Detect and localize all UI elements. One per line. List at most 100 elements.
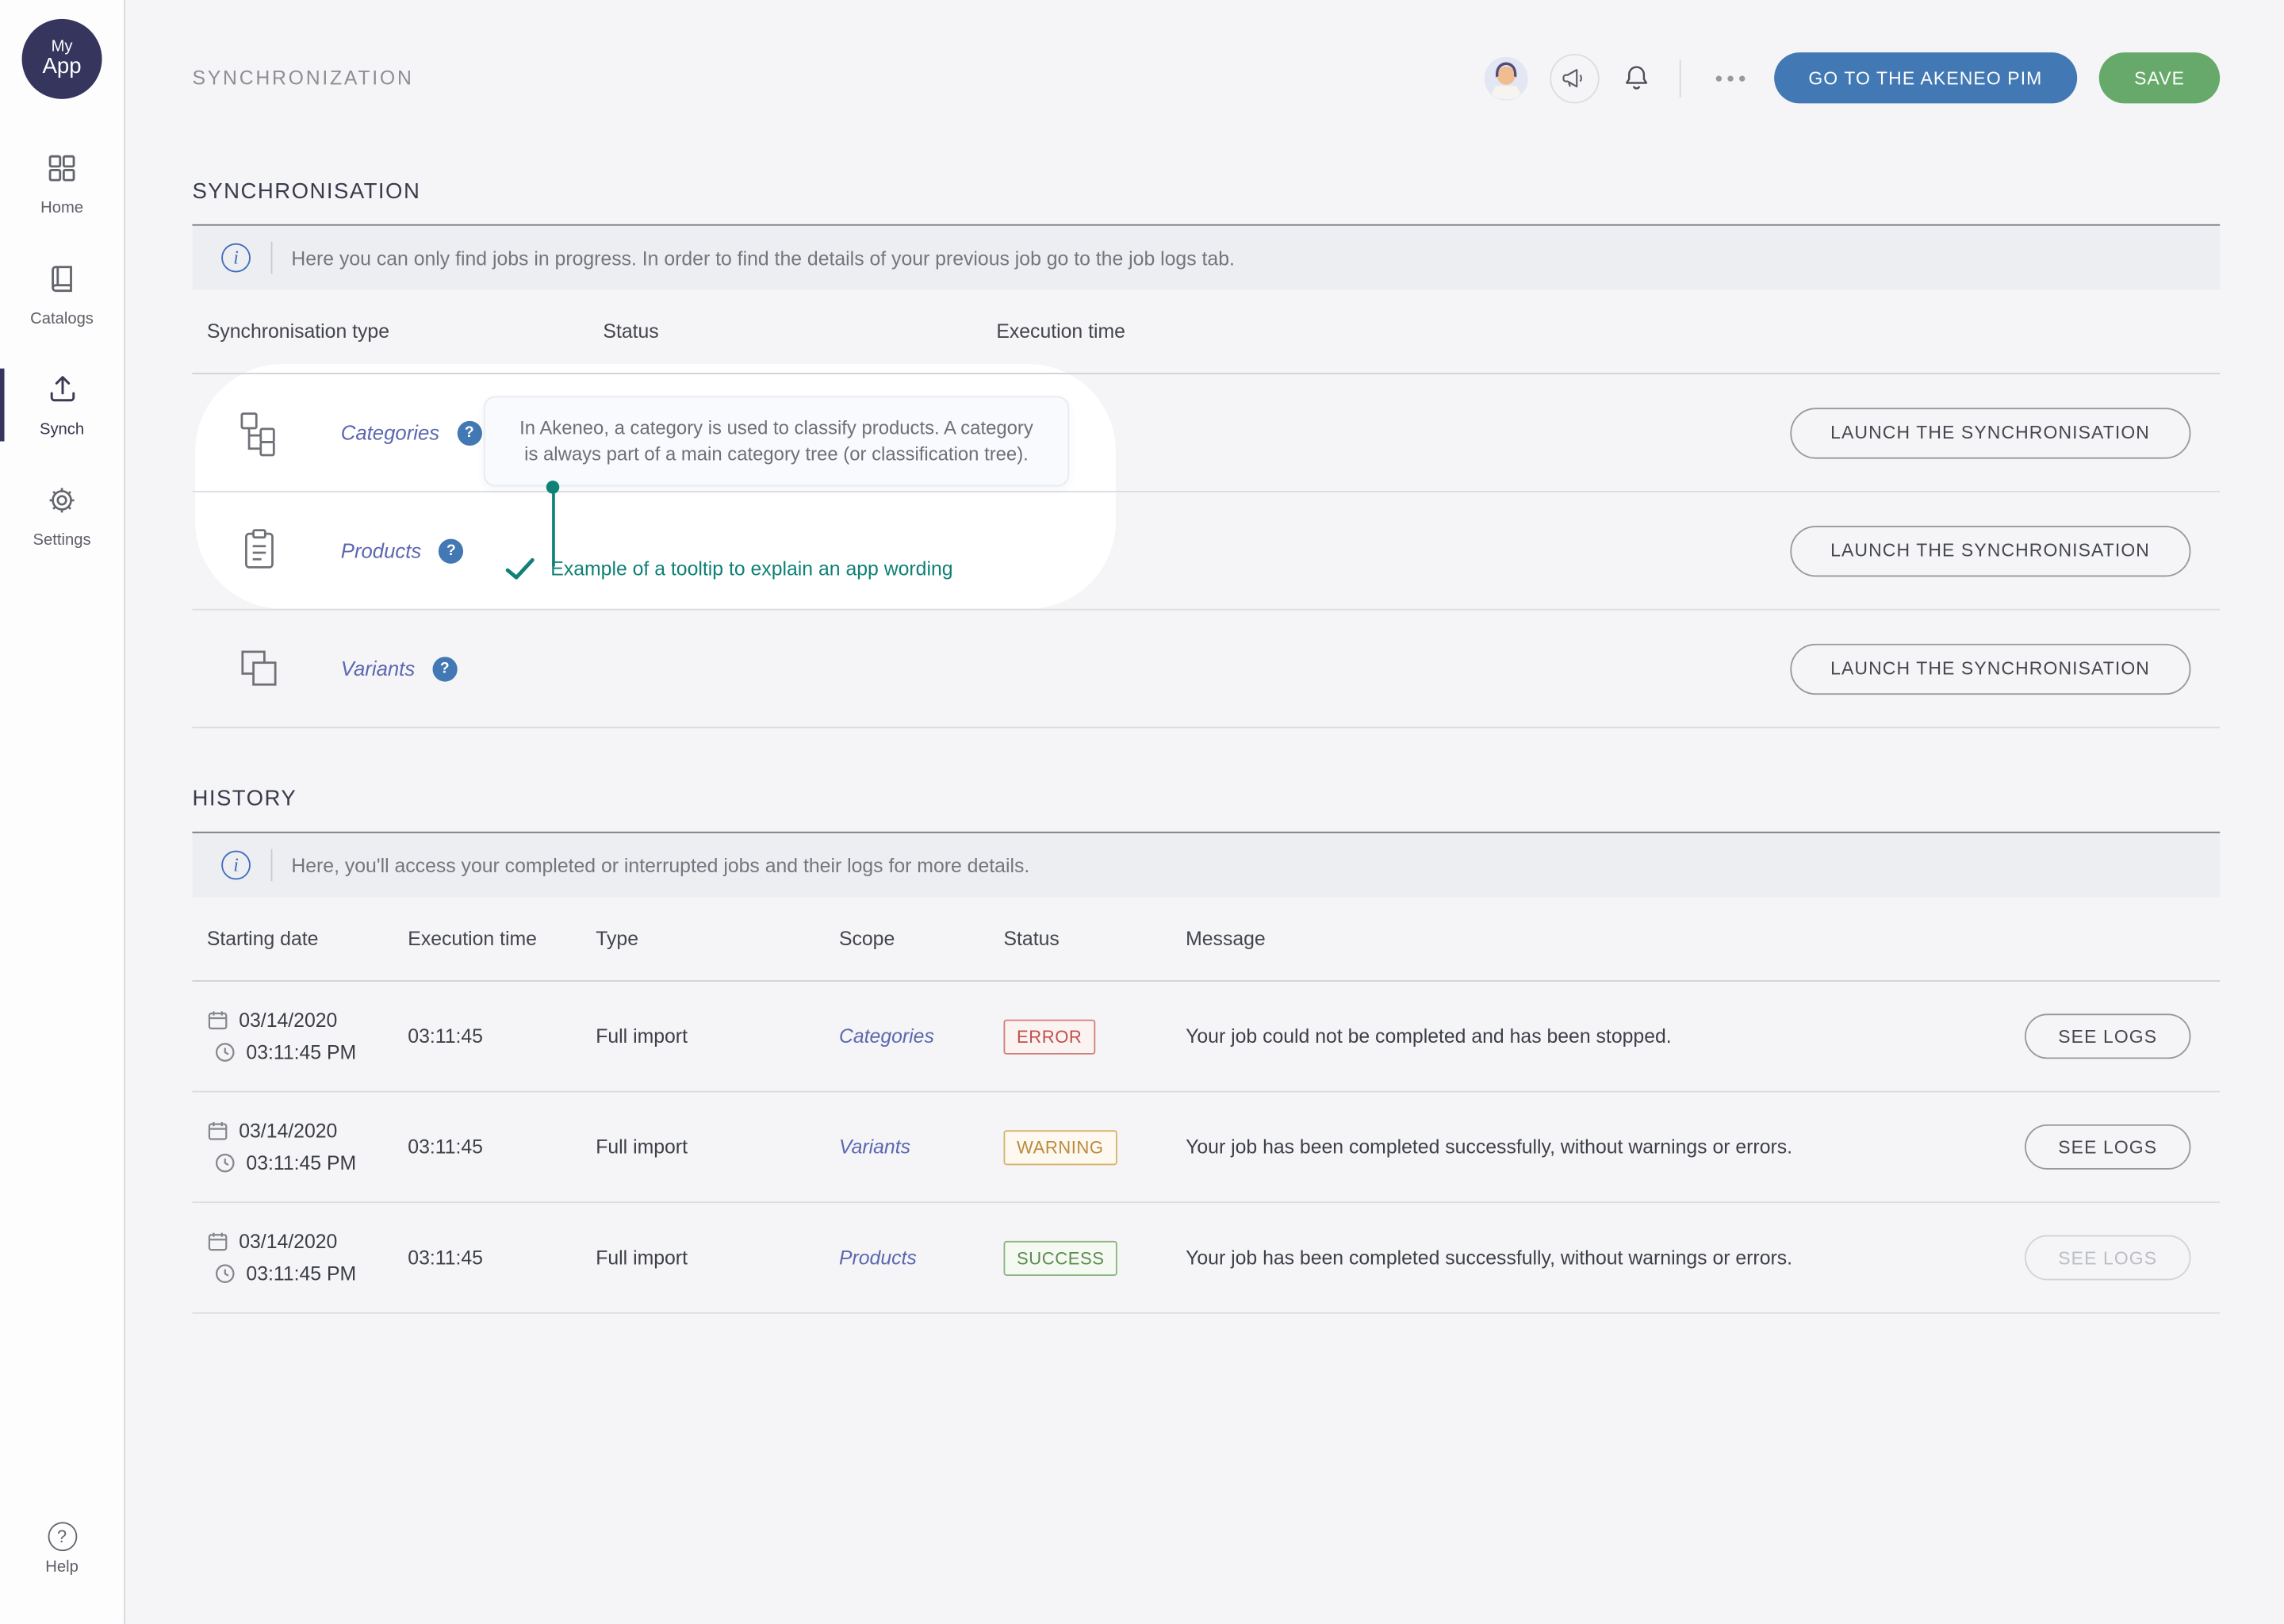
sync-info-banner: i Here you can only find jobs in progres… bbox=[192, 226, 2220, 290]
history-info-banner: i Here, you'll access your completed or … bbox=[192, 833, 2220, 898]
status-badge: SUCCESS bbox=[1004, 1240, 1117, 1275]
clock-icon bbox=[214, 1152, 236, 1174]
home-icon bbox=[45, 151, 79, 191]
status-badge: ERROR bbox=[1004, 1019, 1095, 1054]
sync-table: Synchronisation type Status Execution ti… bbox=[192, 290, 2220, 729]
history-table: Starting date Execution time Type Scope … bbox=[192, 897, 2220, 1313]
sidebar-item-label: Help bbox=[45, 1557, 79, 1575]
column-header-type: Type bbox=[596, 928, 839, 950]
sync-table-header: Synchronisation type Status Execution ti… bbox=[192, 290, 2220, 375]
help-tooltip-icon[interactable]: ? bbox=[439, 538, 463, 563]
info-icon: i bbox=[221, 851, 251, 880]
starting-date-cell: 03/14/2020 03:11:45 PM bbox=[207, 1231, 408, 1285]
overflow-menu-icon[interactable] bbox=[1715, 75, 1745, 81]
sidebar-item-settings[interactable]: Settings bbox=[0, 472, 124, 559]
user-avatar[interactable] bbox=[1484, 56, 1527, 100]
catalogs-icon bbox=[45, 262, 79, 302]
history-info-text: Here, you'll access your completed or in… bbox=[291, 854, 1029, 876]
sidebar: My App Home Cat bbox=[0, 0, 125, 1624]
help-tooltip-icon[interactable]: ? bbox=[457, 420, 481, 445]
history-row: 03/14/2020 03:11:45 PM 03:11:45 Full imp… bbox=[192, 1093, 2220, 1204]
execution-time-cell: 03:11:45 bbox=[408, 1025, 596, 1048]
sidebar-item-help[interactable]: ? Help bbox=[0, 1507, 124, 1589]
message-cell: Your job has been completed successfully… bbox=[1186, 1136, 2025, 1159]
time-line: 03:11:45 PM bbox=[214, 1262, 408, 1285]
sidebar-nav: Home Catalogs Synch bbox=[0, 140, 124, 559]
main-content: SYNCHRONIZATION bbox=[127, 0, 2284, 1314]
calendar-icon bbox=[207, 1120, 229, 1142]
topbar-actions: GO TO THE AKENEO PIM SAVE bbox=[1484, 52, 2220, 103]
sidebar-item-label: Catalogs bbox=[30, 309, 94, 327]
launch-sync-button[interactable]: LAUNCH THE SYNCHRONISATION bbox=[1790, 407, 2191, 458]
scope-link[interactable]: Categories bbox=[839, 1025, 1004, 1048]
tooltip: In Akeneo, a category is used to classif… bbox=[484, 396, 1069, 487]
app-logo-line1: My bbox=[52, 38, 73, 56]
clock-icon bbox=[214, 1041, 236, 1063]
starting-date-cell: 03/14/2020 03:11:45 PM bbox=[207, 1009, 408, 1063]
column-header-execution-time: Execution time bbox=[408, 928, 596, 950]
section-title-history: HISTORY bbox=[192, 787, 2220, 833]
column-header-execution-time: Execution time bbox=[996, 320, 2220, 343]
app-logo[interactable]: My App bbox=[22, 19, 102, 99]
sidebar-item-catalogs[interactable]: Catalogs bbox=[0, 251, 124, 338]
megaphone-icon bbox=[1560, 64, 1588, 92]
save-button[interactable]: SAVE bbox=[2099, 52, 2220, 103]
sync-info-text: Here you can only find jobs in progress.… bbox=[291, 247, 1235, 269]
column-header-starting-date: Starting date bbox=[207, 928, 408, 950]
history-section: HISTORY i Here, you'll access your compl… bbox=[192, 787, 2220, 1314]
synchronisation-section: SYNCHRONISATION i Here you can only find… bbox=[192, 179, 2220, 728]
tooltip-connector-line bbox=[551, 492, 554, 567]
launch-sync-button[interactable]: LAUNCH THE SYNCHRONISATION bbox=[1790, 643, 2191, 694]
see-logs-button[interactable]: SEE LOGS bbox=[2025, 1124, 2190, 1170]
message-cell: Your job has been completed successfully… bbox=[1186, 1247, 2025, 1269]
starting-date-cell: 03/14/2020 03:11:45 PM bbox=[207, 1120, 408, 1174]
column-header-status: Status bbox=[1004, 928, 1186, 950]
tooltip-text: In Akeneo, a category is used to classif… bbox=[514, 415, 1038, 468]
sidebar-item-synch[interactable]: Synch bbox=[0, 362, 124, 449]
products-clipboard-icon bbox=[235, 526, 284, 575]
history-row: 03/14/2020 03:11:45 PM 03:11:45 Full imp… bbox=[192, 1203, 2220, 1314]
gear-icon bbox=[45, 483, 79, 523]
synch-upload-icon bbox=[44, 371, 79, 413]
section-title-synchronisation: SYNCHRONISATION bbox=[192, 179, 2220, 226]
clock-icon bbox=[214, 1262, 236, 1285]
sync-type-label: Categories bbox=[341, 421, 439, 444]
scope-link[interactable]: Products bbox=[839, 1247, 1004, 1269]
status-badge: WARNING bbox=[1004, 1129, 1117, 1164]
tooltip-annotation: Example of a tooltip to explain an app w… bbox=[504, 557, 953, 581]
page-title: SYNCHRONIZATION bbox=[192, 67, 413, 89]
message-cell: Your job could not be completed and has … bbox=[1186, 1025, 2025, 1048]
help-tooltip-icon[interactable]: ? bbox=[432, 656, 457, 680]
help-icon: ? bbox=[48, 1521, 77, 1550]
app-logo-line2: App bbox=[43, 56, 82, 79]
check-icon bbox=[504, 557, 536, 581]
history-table-header: Starting date Execution time Type Scope … bbox=[192, 897, 2220, 982]
sync-type-label: Products bbox=[341, 539, 421, 562]
date-line: 03/14/2020 bbox=[207, 1009, 408, 1032]
divider bbox=[1679, 59, 1680, 97]
see-logs-button-disabled: SEE LOGS bbox=[2025, 1235, 2190, 1281]
scope-link[interactable]: Variants bbox=[839, 1136, 1004, 1159]
sidebar-item-label: Home bbox=[40, 199, 83, 216]
time-line: 03:11:45 PM bbox=[214, 1041, 408, 1063]
announcements-button[interactable] bbox=[1549, 53, 1598, 102]
date-line: 03/14/2020 bbox=[207, 1231, 408, 1253]
type-cell: Full import bbox=[596, 1136, 839, 1159]
sidebar-item-home[interactable]: Home bbox=[0, 140, 124, 227]
app-window: My App Home Cat bbox=[0, 0, 2284, 1624]
go-to-pim-button[interactable]: GO TO THE AKENEO PIM bbox=[1773, 52, 2077, 103]
column-header-status: Status bbox=[603, 320, 996, 343]
notifications-icon[interactable] bbox=[1620, 63, 1651, 94]
time-line: 03:11:45 PM bbox=[214, 1152, 408, 1174]
type-cell: Full import bbox=[596, 1025, 839, 1048]
sync-row-products: Products ? LAUNCH THE SYNCHRONISATION bbox=[192, 492, 2220, 611]
tooltip-annotation-text: Example of a tooltip to explain an app w… bbox=[550, 557, 952, 580]
type-cell: Full import bbox=[596, 1247, 839, 1269]
launch-sync-button[interactable]: LAUNCH THE SYNCHRONISATION bbox=[1790, 525, 2191, 576]
calendar-icon bbox=[207, 1009, 229, 1032]
divider bbox=[271, 242, 273, 274]
sync-type-cell: Variants ? bbox=[207, 644, 604, 693]
column-header-message: Message bbox=[1186, 928, 2220, 950]
sync-row-variants: Variants ? LAUNCH THE SYNCHRONISATION bbox=[192, 611, 2220, 729]
see-logs-button[interactable]: SEE LOGS bbox=[2025, 1013, 2190, 1059]
